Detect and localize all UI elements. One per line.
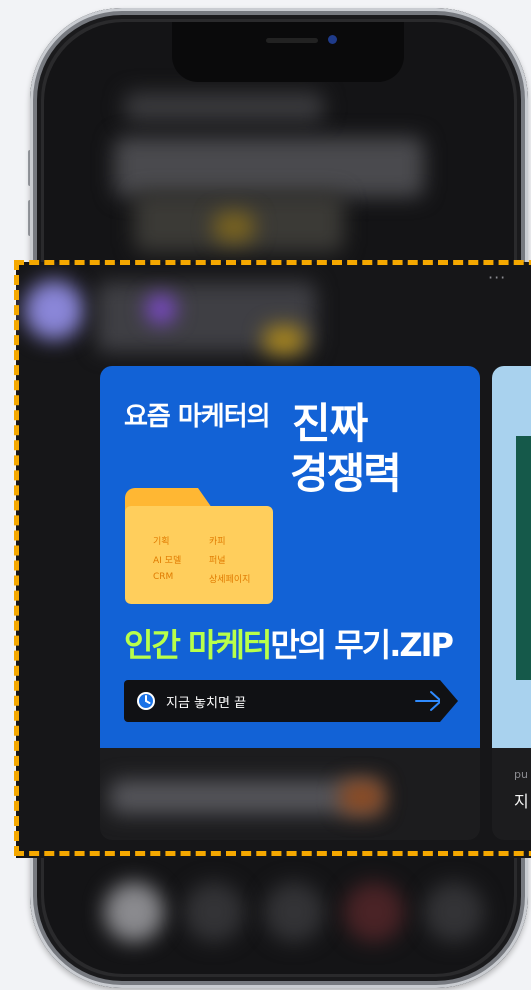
ad-banner[interactable]: 요즘 마케터의 진짜 경쟁력 기획 카피 AI 모델 퍼널 CRM 상세페이지 … xyxy=(100,366,480,748)
blurred-content xyxy=(114,137,424,197)
more-icon[interactable]: ··· xyxy=(488,268,506,287)
headline-bottom: 인간 마케터만의 무기.ZIP xyxy=(124,620,454,666)
next-card-title: 지 xyxy=(514,792,529,811)
headline-highlight: 인간 마케터 xyxy=(124,626,272,664)
camera xyxy=(328,35,337,44)
clock-icon xyxy=(137,692,155,710)
folder-tag: AI 모델 xyxy=(153,556,182,566)
headline-big-line2: 경쟁력 xyxy=(290,449,402,498)
blurred-content xyxy=(124,92,324,122)
folder-tag: 기획 xyxy=(153,537,170,547)
blurred-card-accent xyxy=(340,780,384,814)
blurred-avatar xyxy=(24,280,84,340)
blurred-content xyxy=(184,882,244,942)
next-card-graphic xyxy=(516,436,531,680)
speaker xyxy=(266,38,318,43)
folder-tag: 카피 xyxy=(209,537,226,547)
folder-tag: 상세페이지 xyxy=(209,575,251,585)
blurred-accent xyxy=(264,326,304,354)
blurred-content xyxy=(424,882,484,942)
highlighted-feed-section: ··· 요즘 마케터의 진짜 경쟁력 기획 카피 AI 모델 퍼널 CRM 상세… xyxy=(16,262,531,858)
cta-button-point xyxy=(440,680,458,722)
folder-tag: CRM xyxy=(153,572,174,582)
next-card[interactable]: pu 지 xyxy=(492,366,531,840)
ad-card[interactable]: 요즘 마케터의 진짜 경쟁력 기획 카피 AI 모델 퍼널 CRM 상세페이지 … xyxy=(100,366,480,840)
folder-tag: 퍼널 xyxy=(209,556,226,566)
blurred-content xyxy=(214,212,254,242)
headline-rest: 만의 무기.ZIP xyxy=(270,626,454,664)
blurred-content xyxy=(104,882,164,942)
headline-small: 요즘 마케터의 xyxy=(124,402,271,432)
blurred-content xyxy=(264,882,324,942)
next-card-banner xyxy=(492,366,531,748)
blurred-accent xyxy=(146,294,176,324)
blurred-content xyxy=(344,882,404,942)
cta-label: 지금 놓치면 끝 xyxy=(166,696,247,711)
cta-button[interactable]: 지금 놓치면 끝 xyxy=(124,680,442,722)
next-card-meta: pu xyxy=(514,768,528,781)
phone-notch xyxy=(172,22,404,82)
